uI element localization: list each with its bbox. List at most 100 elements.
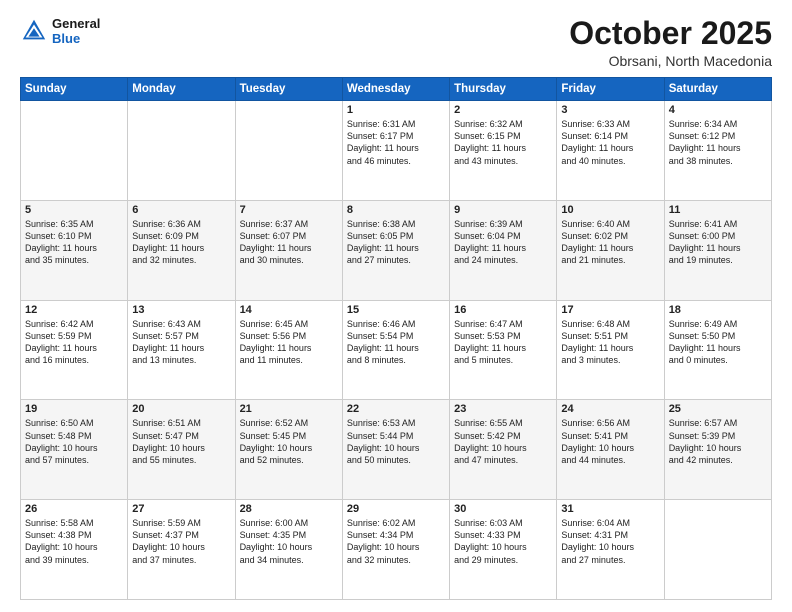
day-number: 16 [454, 304, 552, 316]
page: General Blue October 2025 Obrsani, North… [0, 0, 792, 612]
day-info: Sunrise: 6:39 AM Sunset: 6:04 PM Dayligh… [454, 218, 552, 267]
day-info: Sunrise: 6:52 AM Sunset: 5:45 PM Dayligh… [240, 417, 338, 466]
calendar-cell: 31 Sunrise: 6:04 AM Sunset: 4:31 PM Dayli… [557, 500, 664, 600]
weekday-header-friday: Friday [557, 78, 664, 101]
day-number: 31 [561, 503, 659, 515]
calendar-cell: 20 Sunrise: 6:51 AM Sunset: 5:47 PM Dayli… [128, 400, 235, 500]
weekday-header-thursday: Thursday [450, 78, 557, 101]
calendar-cell: 21Sunrise: 6:52 AM Sunset: 5:45 PM Dayli… [235, 400, 342, 500]
calendar-cell: 1Sunrise: 6:31 AM Sunset: 6:17 PM Daylig… [342, 101, 449, 201]
day-info: Sunrise: 6:51 AM Sunset: 5:47 PM Dayligh… [132, 417, 230, 466]
weekday-header-tuesday: Tuesday [235, 78, 342, 101]
calendar-cell: 14 Sunrise: 6:45 AM Sunset: 5:56 PM Dayli… [235, 300, 342, 400]
header: General Blue October 2025 Obrsani, North… [20, 16, 772, 69]
weekday-header-saturday: Saturday [664, 78, 771, 101]
day-number: 8 [347, 204, 445, 216]
day-number: 29 [347, 503, 445, 515]
day-info: Sunrise: 6:43 AM Sunset: 5:57 PM Dayligh… [132, 318, 230, 367]
day-info: Sunrise: 6:41 AM Sunset: 6:00 PM Dayligh… [669, 218, 767, 267]
day-info: Sunrise: 6:57 AM Sunset: 5:39 PM Dayligh… [669, 417, 767, 466]
calendar-cell: 10 Sunrise: 6:40 AM Sunset: 6:02 PM Dayli… [557, 200, 664, 300]
calendar-cell: 29 Sunrise: 6:02 AM Sunset: 4:34 PM Dayli… [342, 500, 449, 600]
day-info: Sunrise: 6:45 AM Sunset: 5:56 PM Dayligh… [240, 318, 338, 367]
day-number: 5 [25, 204, 123, 216]
day-info: Sunrise: 6:42 AM Sunset: 5:59 PM Dayligh… [25, 318, 123, 367]
calendar-cell: 23 Sunrise: 6:55 AM Sunset: 5:42 PM Dayli… [450, 400, 557, 500]
day-info: Sunrise: 6:03 AM Sunset: 4:33 PM Dayligh… [454, 517, 552, 566]
day-info: Sunrise: 6:40 AM Sunset: 6:02 PM Dayligh… [561, 218, 659, 267]
logo: General Blue [20, 16, 100, 46]
day-number: 9 [454, 204, 552, 216]
day-number: 17 [561, 304, 659, 316]
day-info: Sunrise: 6:53 AM Sunset: 5:44 PM Dayligh… [347, 417, 445, 466]
calendar-cell: 9 Sunrise: 6:39 AM Sunset: 6:04 PM Daylig… [450, 200, 557, 300]
day-info: Sunrise: 6:35 AM Sunset: 6:10 PM Dayligh… [25, 218, 123, 267]
week-row-4: 19 Sunrise: 6:50 AM Sunset: 5:48 PM Dayli… [21, 400, 772, 500]
day-number: 4 [669, 104, 767, 116]
day-number: 22 [347, 403, 445, 415]
calendar-cell [235, 101, 342, 201]
day-number: 25 [669, 403, 767, 415]
day-info: Sunrise: 6:31 AM Sunset: 6:17 PM Dayligh… [347, 118, 445, 167]
day-number: 3 [561, 104, 659, 116]
day-info: Sunrise: 6:02 AM Sunset: 4:34 PM Dayligh… [347, 517, 445, 566]
weekday-header-row: SundayMondayTuesdayWednesdayThursdayFrid… [21, 78, 772, 101]
day-info: Sunrise: 6:32 AM Sunset: 6:15 PM Dayligh… [454, 118, 552, 167]
weekday-header-wednesday: Wednesday [342, 78, 449, 101]
week-row-1: 1Sunrise: 6:31 AM Sunset: 6:17 PM Daylig… [21, 101, 772, 201]
calendar-cell: 27 Sunrise: 5:59 AM Sunset: 4:37 PM Dayli… [128, 500, 235, 600]
calendar-cell: 3 Sunrise: 6:33 AM Sunset: 6:14 PM Daylig… [557, 101, 664, 201]
title-block: October 2025 Obrsani, North Macedonia [569, 16, 772, 69]
calendar-cell: 16 Sunrise: 6:47 AM Sunset: 5:53 PM Dayli… [450, 300, 557, 400]
location: Obrsani, North Macedonia [569, 53, 772, 69]
calendar-cell: 25 Sunrise: 6:57 AM Sunset: 5:39 PM Dayli… [664, 400, 771, 500]
weekday-header-sunday: Sunday [21, 78, 128, 101]
day-info: Sunrise: 6:38 AM Sunset: 6:05 PM Dayligh… [347, 218, 445, 267]
day-info: Sunrise: 5:58 AM Sunset: 4:38 PM Dayligh… [25, 517, 123, 566]
day-number: 27 [132, 503, 230, 515]
day-info: Sunrise: 6:55 AM Sunset: 5:42 PM Dayligh… [454, 417, 552, 466]
day-number: 18 [669, 304, 767, 316]
calendar-cell: 22 Sunrise: 6:53 AM Sunset: 5:44 PM Dayli… [342, 400, 449, 500]
calendar-cell: 4 Sunrise: 6:34 AM Sunset: 6:12 PM Daylig… [664, 101, 771, 201]
weekday-header-monday: Monday [128, 78, 235, 101]
day-info: Sunrise: 6:47 AM Sunset: 5:53 PM Dayligh… [454, 318, 552, 367]
day-number: 30 [454, 503, 552, 515]
month-title: October 2025 [569, 16, 772, 51]
calendar-cell [664, 500, 771, 600]
calendar-cell: 19 Sunrise: 6:50 AM Sunset: 5:48 PM Dayli… [21, 400, 128, 500]
day-number: 26 [25, 503, 123, 515]
day-number: 23 [454, 403, 552, 415]
calendar-cell [128, 101, 235, 201]
day-number: 14 [240, 304, 338, 316]
week-row-5: 26 Sunrise: 5:58 AM Sunset: 4:38 PM Dayli… [21, 500, 772, 600]
calendar-cell: 15Sunrise: 6:46 AM Sunset: 5:54 PM Dayli… [342, 300, 449, 400]
calendar-cell: 24Sunrise: 6:56 AM Sunset: 5:41 PM Dayli… [557, 400, 664, 500]
calendar-cell: 8 Sunrise: 6:38 AM Sunset: 6:05 PM Daylig… [342, 200, 449, 300]
calendar-cell: 26 Sunrise: 5:58 AM Sunset: 4:38 PM Dayli… [21, 500, 128, 600]
week-row-3: 12Sunrise: 6:42 AM Sunset: 5:59 PM Dayli… [21, 300, 772, 400]
logo-icon [20, 17, 48, 45]
day-info: Sunrise: 6:50 AM Sunset: 5:48 PM Dayligh… [25, 417, 123, 466]
day-number: 7 [240, 204, 338, 216]
calendar-cell: 18 Sunrise: 6:49 AM Sunset: 5:50 PM Dayli… [664, 300, 771, 400]
calendar-cell [21, 101, 128, 201]
day-info: Sunrise: 6:49 AM Sunset: 5:50 PM Dayligh… [669, 318, 767, 367]
day-number: 2 [454, 104, 552, 116]
calendar-cell: 11 Sunrise: 6:41 AM Sunset: 6:00 PM Dayli… [664, 200, 771, 300]
day-number: 11 [669, 204, 767, 216]
day-info: Sunrise: 6:37 AM Sunset: 6:07 PM Dayligh… [240, 218, 338, 267]
calendar-cell: 30 Sunrise: 6:03 AM Sunset: 4:33 PM Dayli… [450, 500, 557, 600]
day-info: Sunrise: 6:04 AM Sunset: 4:31 PM Dayligh… [561, 517, 659, 566]
calendar-cell: 28Sunrise: 6:00 AM Sunset: 4:35 PM Dayli… [235, 500, 342, 600]
logo-text: General Blue [52, 16, 100, 46]
day-info: Sunrise: 6:33 AM Sunset: 6:14 PM Dayligh… [561, 118, 659, 167]
calendar-cell: 12Sunrise: 6:42 AM Sunset: 5:59 PM Dayli… [21, 300, 128, 400]
day-number: 10 [561, 204, 659, 216]
day-number: 24 [561, 403, 659, 415]
day-info: Sunrise: 6:34 AM Sunset: 6:12 PM Dayligh… [669, 118, 767, 167]
day-number: 20 [132, 403, 230, 415]
day-number: 28 [240, 503, 338, 515]
day-info: Sunrise: 5:59 AM Sunset: 4:37 PM Dayligh… [132, 517, 230, 566]
day-number: 19 [25, 403, 123, 415]
